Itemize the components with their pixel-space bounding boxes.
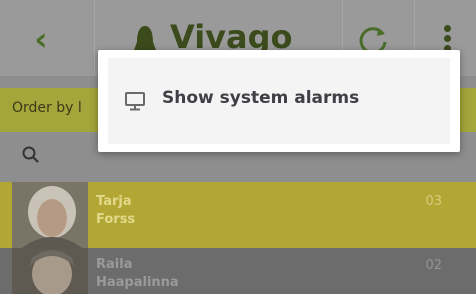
resident-first-name: Tarja: [96, 194, 132, 209]
options-popup-menu: Show system alarms: [98, 50, 460, 152]
resident-name: Tarja Forss: [96, 193, 135, 229]
resident-name: Raila Haapalinna: [96, 256, 179, 292]
monitor-icon: [125, 92, 145, 111]
chevron-left-icon[interactable]: ‹: [26, 22, 56, 56]
resident-last-name: Forss: [96, 212, 136, 227]
search-icon[interactable]: [22, 146, 40, 164]
room-number: 03: [425, 194, 442, 209]
resident-first-name: Raila: [96, 257, 133, 272]
show-system-alarms-label: Show system alarms: [162, 88, 360, 108]
avatar: [12, 182, 88, 248]
app-screen: ‹ Vivago Order by l Tarja Forss 03 Raila…: [0, 0, 476, 294]
room-number: 02: [425, 258, 442, 273]
divider: [94, 0, 95, 76]
avatar: [12, 248, 88, 294]
show-system-alarms-menu-item[interactable]: Show system alarms: [108, 58, 450, 144]
resident-row[interactable]: Raila Haapalinna 02: [0, 248, 476, 294]
order-by-label: Order by l: [12, 100, 82, 116]
resident-last-name: Haapalinna: [96, 275, 179, 290]
resident-row[interactable]: Tarja Forss 03: [0, 182, 476, 248]
